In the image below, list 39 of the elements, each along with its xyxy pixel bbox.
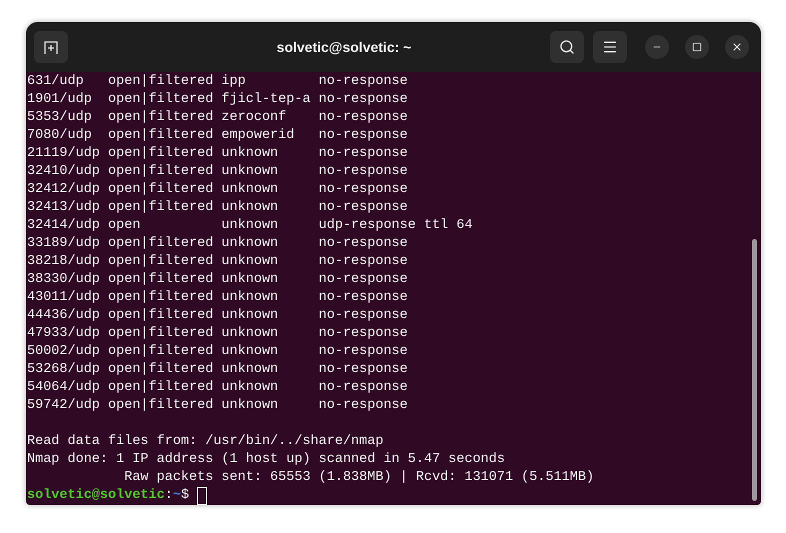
prompt-symbol: $ (180, 487, 190, 505)
output-line: 1901/udp open|filtered fjicl-tep-a no-response (27, 92, 408, 107)
output-line: 53268/udp open|filtered unknown no-response (27, 362, 408, 377)
output-line: 32414/udp open unknown udp-response ttl 64 (27, 218, 473, 233)
prompt-path: ~ (172, 487, 181, 505)
close-icon (731, 41, 743, 53)
output-line: 32410/udp open|filtered unknown no-response (27, 164, 408, 179)
output-line: 32413/udp open|filtered unknown no-response (27, 200, 408, 215)
output-line: 54064/udp open|filtered unknown no-response (27, 380, 408, 395)
output-line: 631/udp open|filtered ipp no-response (27, 74, 408, 89)
output-line: 38218/udp open|filtered unknown no-response (27, 254, 408, 269)
menu-icon (602, 39, 618, 55)
maximize-icon (692, 42, 702, 52)
prompt-user-host: solvetic@solvetic (27, 487, 165, 505)
scrollbar-thumb[interactable] (752, 239, 756, 501)
prompt-separator: : (164, 487, 173, 505)
window-title: solvetic@solvetic: ~ (276, 38, 412, 56)
new-tab-icon (43, 39, 59, 55)
output-line: 5353/udp open|filtered zeroconf no-response (27, 110, 408, 125)
search-icon (559, 39, 575, 55)
output-line: 38330/udp open|filtered unknown no-response (27, 272, 408, 287)
text-cursor (197, 487, 208, 505)
maximize-button[interactable] (685, 35, 709, 59)
output-line: 32412/udp open|filtered unknown no-response (27, 182, 408, 197)
output-line: 50002/udp open|filtered unknown no-response (27, 344, 408, 359)
output-line: Nmap done: 1 IP address (1 host up) scanned in 5.47 seconds (27, 452, 505, 467)
output-line: 7080/udp open|filtered empowerid no-response (27, 128, 408, 143)
output-line: 59742/udp open|filtered unknown no-response (27, 398, 408, 413)
output-line: Raw packets sent: 65553 (1.838MB) | Rcvd: 131071 (5.511MB) (123, 470, 594, 485)
output-line: 33189/udp open|filtered unknown no-response (27, 236, 408, 251)
output-line: Read data files from: /usr/bin/../share/nmap (27, 434, 384, 449)
close-button[interactable] (725, 35, 749, 59)
output-line: 21119/udp open|filtered unknown no-response (27, 146, 408, 161)
output-line: 43011/udp open|filtered unknown no-response (27, 290, 408, 305)
output-line: 44436/udp open|filtered unknown no-response (27, 308, 408, 323)
search-button[interactable] (550, 31, 584, 63)
output-line: 47933/udp open|filtered unknown no-response (27, 326, 408, 341)
new-tab-button[interactable] (34, 31, 68, 63)
menu-button[interactable] (593, 31, 627, 63)
